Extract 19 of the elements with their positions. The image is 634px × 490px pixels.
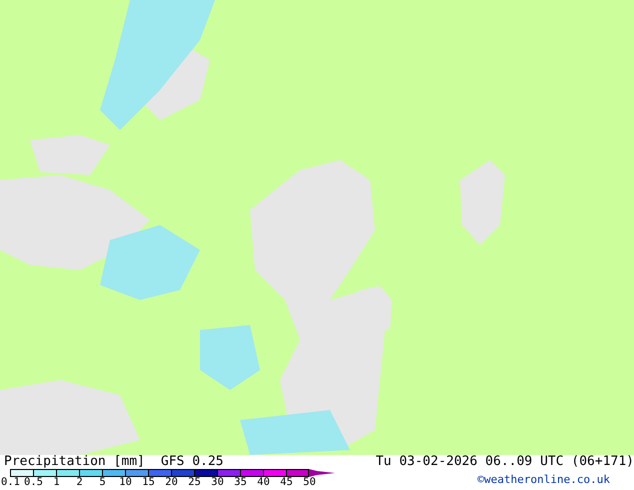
legend-label: 40: [256, 477, 271, 488]
legend-label: 25: [187, 477, 202, 488]
legend-label: 10: [118, 477, 133, 488]
model-name: GFS 0.25: [160, 455, 224, 468]
legend-label: 20: [164, 477, 179, 488]
legend-label: 50: [302, 477, 317, 488]
legend-label: 30: [210, 477, 225, 488]
valid-time: Tu 03-02-2026 06..09 UTC (06+171): [376, 455, 634, 468]
arrow-icon: [309, 468, 335, 476]
legend-label: 5: [98, 477, 107, 488]
legend-label: 45: [279, 477, 294, 488]
legend-label: 0.5: [23, 477, 44, 488]
legend-label: 2: [75, 477, 84, 488]
legend-label: 35: [233, 477, 248, 488]
legend-label: 0.1: [0, 477, 21, 488]
copyright-link[interactable]: ©weatheronline.co.uk: [478, 472, 610, 488]
legend-label: 15: [141, 477, 156, 488]
legend-title: Precipitation [mm]: [4, 455, 145, 468]
legend-label: 1: [52, 477, 61, 488]
